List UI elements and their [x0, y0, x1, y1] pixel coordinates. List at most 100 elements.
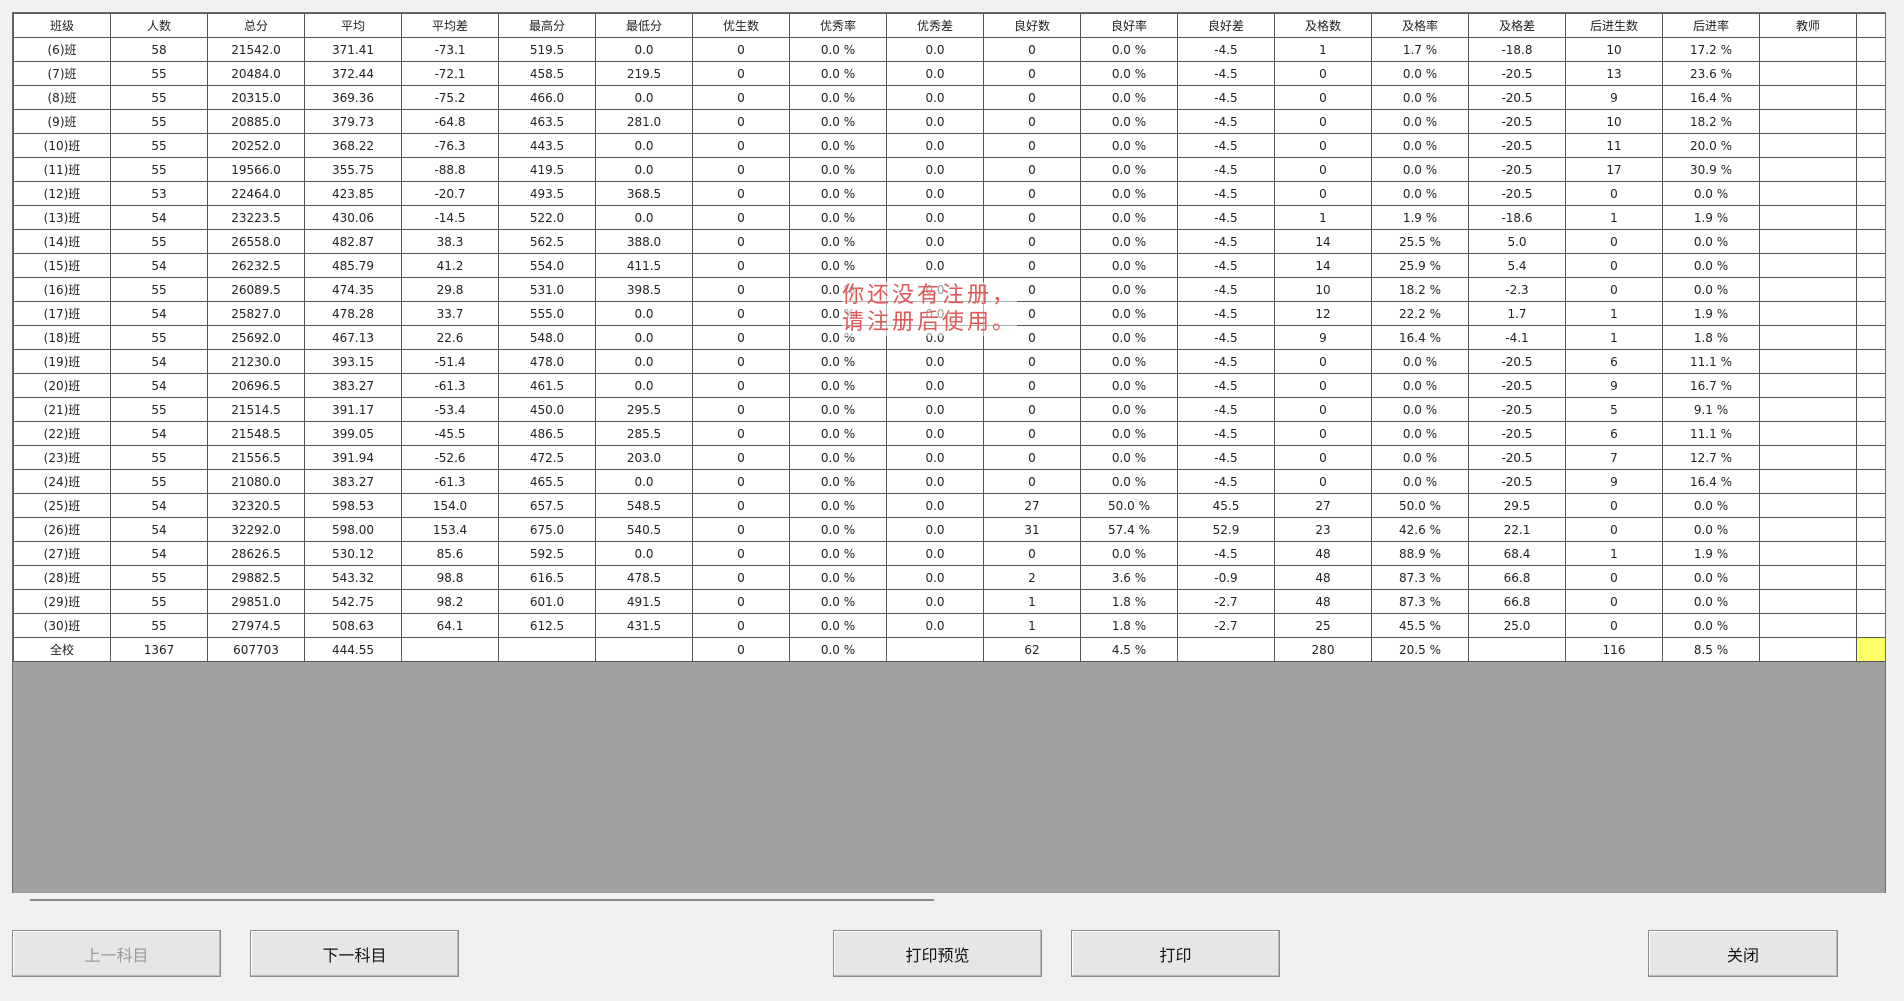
table-cell[interactable]: 0.0 — [886, 301, 984, 326]
table-cell[interactable]: 1 — [1274, 205, 1372, 230]
table-cell[interactable]: 55 — [110, 109, 208, 134]
table-cell[interactable]: 444.55 — [304, 637, 402, 662]
table-cell[interactable]: -61.3 — [401, 469, 499, 494]
column-header[interactable]: 平均 — [304, 13, 402, 38]
table-cell[interactable] — [1759, 301, 1857, 326]
table-cell[interactable]: 45.5 % — [1371, 613, 1469, 638]
table-cell[interactable]: 0.0 % — [1662, 589, 1760, 614]
table-cell[interactable]: 1.8 % — [1662, 325, 1760, 350]
table-cell[interactable]: 0.0 % — [1080, 541, 1178, 566]
table-row[interactable]: (15)班 54 26232.5 485.79 41.2 554.0 411.5 0 0.0 %… — [13, 253, 1885, 278]
table-cell[interactable]: 398.5 — [595, 277, 693, 302]
table-cell[interactable]: 0.0 % — [1371, 445, 1469, 470]
table-cell[interactable]: 542.75 — [304, 589, 402, 614]
table-cell[interactable]: 1 — [1565, 325, 1663, 350]
table-cell[interactable]: 0 — [1565, 613, 1663, 638]
table-cell[interactable] — [1759, 397, 1857, 422]
table-row[interactable]: (26)班 54 32292.0 598.00 153.4 675.0 540.5 0 0.0 … — [13, 517, 1885, 542]
table-cell[interactable]: 0 — [692, 565, 790, 590]
table-cell[interactable]: -20.5 — [1468, 349, 1566, 374]
table-cell[interactable]: 21514.5 — [207, 397, 305, 422]
table-cell[interactable]: -4.5 — [1177, 469, 1275, 494]
table-cell[interactable]: (18)班 — [13, 325, 111, 350]
table-cell[interactable]: 0.0 % — [1080, 133, 1178, 158]
table-cell[interactable]: -18.8 — [1468, 37, 1566, 62]
table-cell[interactable]: 0.0 % — [789, 133, 887, 158]
table-cell[interactable]: 555.0 — [498, 301, 596, 326]
score-statistics-grid[interactable]: 班级 人数 总分 平均 平均差 最高分 最低分 优生数 优秀率 优秀差 良好数 良好率 良好差 及格数 及格… — [12, 12, 1886, 894]
table-cell[interactable]: 0.0 — [886, 517, 984, 542]
table-cell[interactable]: 482.87 — [304, 229, 402, 254]
table-cell[interactable]: 13 — [1565, 61, 1663, 86]
table-cell[interactable]: 0.0 % — [1371, 397, 1469, 422]
table-row[interactable]: (24)班 55 21080.0 383.27 -61.3 465.5 0.0 0 0.0 % 0… — [13, 469, 1885, 494]
table-cell[interactable]: 554.0 — [498, 253, 596, 278]
table-cell[interactable]: 0.0 % — [1080, 301, 1178, 326]
table-cell[interactable]: -2.7 — [1177, 613, 1275, 638]
column-header[interactable]: 最低分 — [595, 13, 693, 38]
table-cell[interactable]: (20)班 — [13, 373, 111, 398]
table-cell[interactable]: 598.00 — [304, 517, 402, 542]
table-cell[interactable]: 0.0 — [886, 181, 984, 206]
table-cell[interactable]: (12)班 — [13, 181, 111, 206]
table-row[interactable]: (20)班 54 20696.5 383.27 -61.3 461.5 0.0 0 0.0 % 0… — [13, 373, 1885, 398]
table-cell[interactable]: (14)班 — [13, 229, 111, 254]
table-cell[interactable]: 54 — [110, 301, 208, 326]
table-cell[interactable]: 9 — [1274, 325, 1372, 350]
table-cell[interactable] — [1177, 637, 1275, 662]
table-cell[interactable] — [1759, 541, 1857, 566]
table-cell[interactable]: -14.5 — [401, 205, 499, 230]
table-cell[interactable]: 0.0 — [886, 349, 984, 374]
table-cell[interactable]: 0.0 — [886, 397, 984, 422]
table-cell[interactable]: 55 — [110, 85, 208, 110]
table-cell[interactable]: 68.4 — [1468, 541, 1566, 566]
table-cell[interactable] — [1759, 157, 1857, 182]
table-cell[interactable]: (16)班 — [13, 277, 111, 302]
table-cell[interactable]: 0 — [983, 397, 1081, 422]
table-cell[interactable]: 1.7 — [1468, 301, 1566, 326]
table-cell[interactable]: 32320.5 — [207, 493, 305, 518]
table-cell[interactable]: 48 — [1274, 541, 1372, 566]
table-cell[interactable]: 0.0 % — [789, 205, 887, 230]
table-cell[interactable]: 22.1 — [1468, 517, 1566, 542]
table-cell[interactable]: -4.5 — [1177, 181, 1275, 206]
table-cell[interactable]: 54 — [110, 493, 208, 518]
print-preview-button[interactable]: 打印预览 — [833, 930, 1042, 977]
table-row[interactable]: (9)班 55 20885.0 379.73 -64.8 463.5 281.0 0 0.0 %… — [13, 109, 1885, 134]
table-cell[interactable]: 54 — [110, 349, 208, 374]
table-cell[interactable]: 562.5 — [498, 229, 596, 254]
table-cell[interactable]: 50.0 % — [1371, 493, 1469, 518]
table-cell[interactable]: 0.0 % — [789, 637, 887, 662]
table-cell[interactable]: 0 — [692, 301, 790, 326]
table-cell[interactable]: -64.8 — [401, 109, 499, 134]
table-cell[interactable]: 17.2 % — [1662, 37, 1760, 62]
table-cell[interactable]: 154.0 — [401, 493, 499, 518]
table-cell[interactable]: 0 — [983, 109, 1081, 134]
table-cell[interactable]: 0 — [983, 37, 1081, 62]
table-cell[interactable]: 0.0 % — [789, 109, 887, 134]
table-cell[interactable]: 0.0 % — [789, 253, 887, 278]
table-cell[interactable]: 0 — [1565, 229, 1663, 254]
table-cell[interactable]: 0 — [692, 205, 790, 230]
table-cell[interactable]: 4.5 % — [1080, 637, 1178, 662]
table-cell[interactable]: 26558.0 — [207, 229, 305, 254]
table-cell[interactable]: 0 — [983, 253, 1081, 278]
table-cell[interactable]: -20.5 — [1468, 373, 1566, 398]
table-cell[interactable]: 55 — [110, 277, 208, 302]
table-cell[interactable]: -2.7 — [1177, 589, 1275, 614]
table-cell[interactable]: 33.7 — [401, 301, 499, 326]
table-cell[interactable]: 598.53 — [304, 493, 402, 518]
table-cell[interactable]: 1.9 % — [1662, 205, 1760, 230]
table-cell[interactable]: 458.5 — [498, 61, 596, 86]
table-cell[interactable]: 全校 — [13, 637, 111, 662]
table-cell[interactable]: 45.5 — [1177, 493, 1275, 518]
table-cell[interactable]: 19566.0 — [207, 157, 305, 182]
table-cell[interactable]: 7 — [1565, 445, 1663, 470]
table-row[interactable]: (28)班 55 29882.5 543.32 98.8 616.5 478.5 0 0.0 %… — [13, 565, 1885, 590]
table-cell[interactable]: 20696.5 — [207, 373, 305, 398]
table-cell[interactable]: 0 — [983, 301, 1081, 326]
table-cell[interactable]: 54 — [110, 421, 208, 446]
table-cell[interactable]: (17)班 — [13, 301, 111, 326]
table-cell[interactable]: 0.0 % — [789, 397, 887, 422]
table-cell[interactable] — [1759, 205, 1857, 230]
